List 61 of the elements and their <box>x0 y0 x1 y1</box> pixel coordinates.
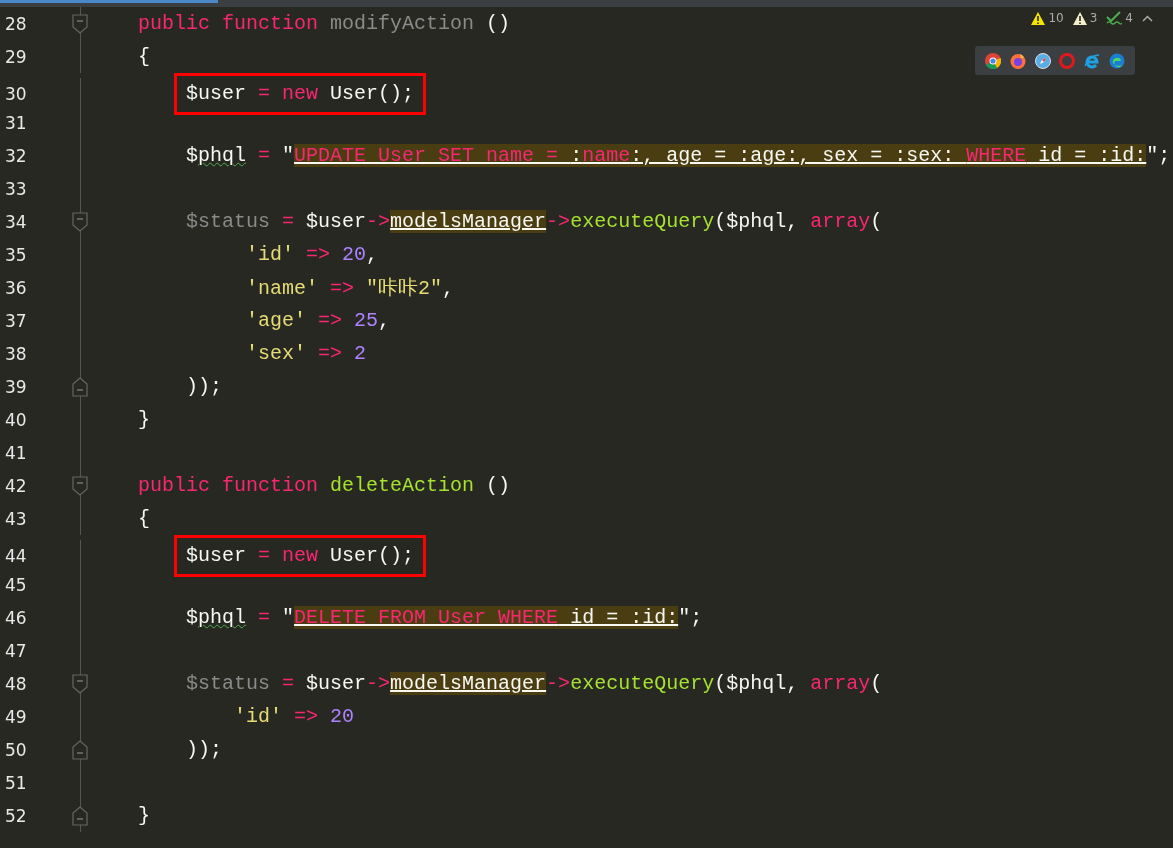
code-line: { <box>138 507 150 530</box>
inspection-count: 10 <box>1048 11 1064 25</box>
line-number: 32 <box>4 145 28 166</box>
code-line: $user = new User(); <box>186 82 415 105</box>
browser-icon[interactable] <box>985 52 1002 69</box>
code-line: 'age' => 25, <box>246 309 391 332</box>
line-number: 40 <box>4 409 28 430</box>
line-number: 42 <box>4 475 28 496</box>
fold-marker-icon[interactable] <box>72 475 88 496</box>
line-number: 52 <box>4 805 28 826</box>
code-line: $status = $user->modelsManager->executeQuery($phql, array( <box>186 672 883 695</box>
line-number: 35 <box>4 244 28 265</box>
code-line: )); <box>186 375 223 398</box>
browser-icon[interactable] <box>1010 52 1026 69</box>
code-line: $phql = "UPDATE User SET name = :name:, age = :age:, sex = :sex: WHERE id = :id:"; <box>186 144 1171 167</box>
line-number: 47 <box>4 640 28 661</box>
line-number: 45 <box>4 574 28 595</box>
code-line: public function deleteAction () <box>138 474 511 497</box>
browser-icon[interactable] <box>1108 52 1125 69</box>
line-number: 39 <box>4 376 28 397</box>
inspection-count: 4 <box>1125 11 1133 25</box>
code-line: { <box>138 45 150 68</box>
line-number: 30 <box>4 84 28 104</box>
line-number: 48 <box>4 673 28 694</box>
line-number: 37 <box>4 310 28 331</box>
browser-icon[interactable] <box>1083 52 1100 69</box>
line-number: 51 <box>4 772 28 793</box>
line-number: 41 <box>4 442 28 463</box>
code-line: } <box>138 804 150 827</box>
fold-marker-icon[interactable] <box>72 805 88 826</box>
line-number: 38 <box>4 343 28 364</box>
line-number: 28 <box>4 13 28 34</box>
code-line: 'name' => "咔咔2", <box>246 277 455 300</box>
line-number: 49 <box>4 706 28 727</box>
warning-icon[interactable] <box>1072 11 1087 25</box>
fold-marker-icon[interactable] <box>72 739 88 760</box>
line-number: 34 <box>4 211 28 232</box>
line-number: 50 <box>4 739 28 760</box>
line-number: 44 <box>4 546 28 566</box>
caret-up-icon[interactable] <box>1142 14 1153 22</box>
line-number: 29 <box>4 46 28 67</box>
fold-marker-icon[interactable] <box>72 376 88 397</box>
line-number: 36 <box>4 277 28 298</box>
line-number: 31 <box>4 112 28 133</box>
code-line: public function modifyAction () <box>138 12 511 35</box>
line-number: 33 <box>4 178 28 199</box>
fold-marker-icon[interactable] <box>72 13 88 34</box>
code-line: 'sex' => 2 <box>246 342 367 365</box>
inspection-count: 3 <box>1089 11 1098 25</box>
code-line: $status = $user->modelsManager->executeQuery($phql, array( <box>186 210 883 233</box>
fold-marker-icon[interactable] <box>72 211 88 232</box>
line-number: 46 <box>4 607 28 628</box>
warning-icon[interactable] <box>1031 11 1046 25</box>
check-icon[interactable] <box>1106 11 1123 25</box>
code-line: )); <box>186 738 223 761</box>
line-number: 43 <box>4 508 28 529</box>
code-line: } <box>138 408 150 431</box>
fold-marker-icon[interactable] <box>72 673 88 694</box>
code-line: 'id' => 20 <box>234 705 355 728</box>
code-line: 'id' => 20, <box>246 243 379 266</box>
code-line: $user = new User(); <box>186 544 415 567</box>
